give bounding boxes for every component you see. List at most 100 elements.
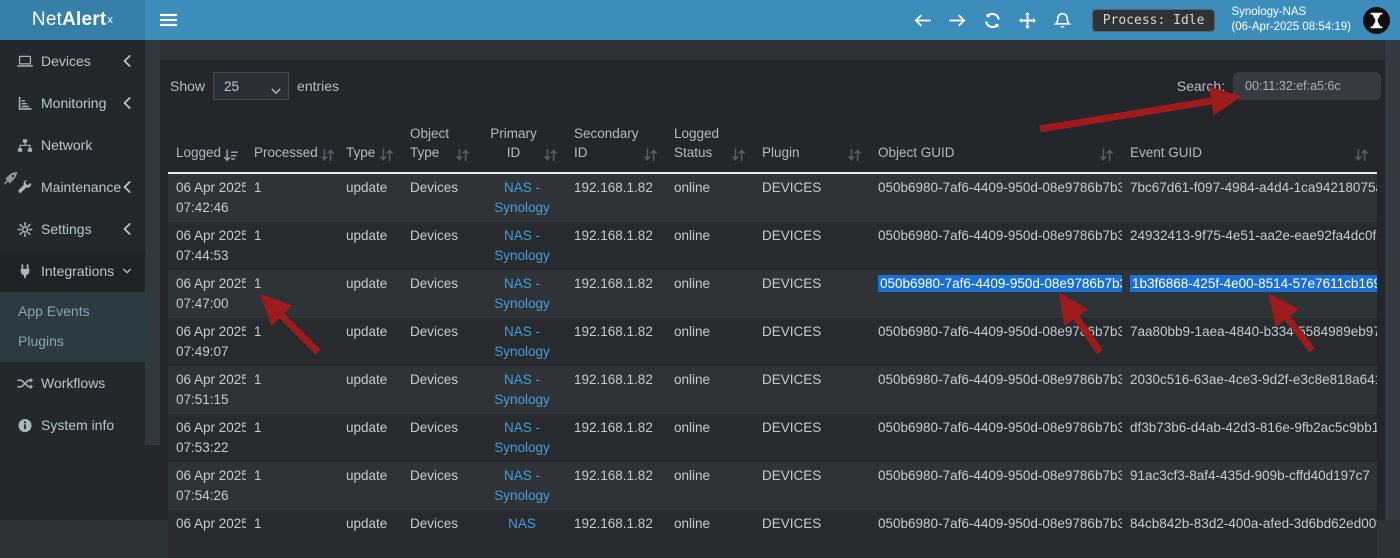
sidebar-scrollbar-thumb[interactable] xyxy=(145,40,160,445)
object-guid: 050b6980-7af6-4409-950d-08e9786b7b33 xyxy=(878,180,1122,195)
forward-icon[interactable] xyxy=(949,12,966,29)
brand-bold: Alert xyxy=(62,9,106,31)
gear-icon xyxy=(16,221,33,237)
primary-id-link[interactable]: NAS xyxy=(508,516,536,531)
table-row[interactable]: 06 Apr 2025,07:54:26 1 update Devices NA… xyxy=(168,462,1377,510)
column-header-primary-id[interactable]: Primary ID xyxy=(478,118,566,173)
sidebar-item-settings[interactable]: Settings xyxy=(0,208,145,250)
primary-id-link[interactable]: NAS - Synology xyxy=(494,372,550,407)
column-label: Object GUID xyxy=(878,143,1097,162)
sidebar-item-network[interactable]: Network xyxy=(0,124,145,166)
primary-id-link[interactable]: NAS - Synology xyxy=(494,180,550,215)
sidebar-item-devices[interactable]: Devices xyxy=(0,40,145,82)
rocket-icon xyxy=(2,170,19,187)
sidebar-item-maintenance[interactable]: Maintenance xyxy=(0,166,145,208)
search-area: Search: xyxy=(1177,72,1381,100)
table-row[interactable]: 06 Apr 2025,07:42:46 1 update Devices NA… xyxy=(168,173,1377,222)
chevron-left-icon xyxy=(123,223,135,235)
chevron-down-icon xyxy=(271,83,281,91)
event-guid: df3b73b6-d4ab-42d3-816e-9fb2ac5c9bb1 xyxy=(1130,420,1377,435)
sort-both-icon xyxy=(847,148,862,162)
table-row[interactable]: 06 Apr 2025, 1 update Devices NAS 192.16… xyxy=(168,510,1377,558)
object-guid: 050b6980-7af6-4409-950d-08e9786b7b33 xyxy=(878,516,1122,531)
sidebar-item-app-events[interactable]: App Events xyxy=(0,296,145,326)
column-header-type[interactable]: Type xyxy=(338,118,402,173)
sort-desc-icon xyxy=(223,148,238,162)
table-row[interactable]: 06 Apr 2025,07:47:00 1 update Devices NA… xyxy=(168,270,1377,318)
laptop-icon xyxy=(16,53,33,69)
sidebar-item-workflows[interactable]: Workflows xyxy=(0,362,145,404)
sidebar-item-system-info[interactable]: System info xyxy=(0,404,145,446)
sort-both-icon xyxy=(1099,148,1114,162)
table-row[interactable]: 06 Apr 2025,07:53:22 1 update Devices NA… xyxy=(168,414,1377,462)
object-guid: 050b6980-7af6-4409-950d-08e9786b7b33 xyxy=(878,275,1122,292)
search-label: Search: xyxy=(1177,78,1225,94)
topbar-actions: Process: Idle Synology-NAS (06-Apr-2025 … xyxy=(905,5,1400,35)
sidebar-item-monitoring[interactable]: Monitoring xyxy=(0,82,145,124)
event-guid: 84cb842b-83d2-400a-afed-3d6bd62ed00f xyxy=(1130,516,1377,531)
sidebar-item-label: Network xyxy=(41,137,123,153)
sidebar-item-integrations[interactable]: Integrations xyxy=(0,250,145,292)
entries-select[interactable]: 25 xyxy=(213,72,289,100)
sort-both-icon xyxy=(379,148,394,162)
sort-both-icon xyxy=(543,148,558,162)
event-guid: 7aa80bb9-1aea-4840-b334-5584989eb972 xyxy=(1130,324,1377,339)
sidebar-item-label: Integrations xyxy=(41,263,123,279)
column-header-processed[interactable]: Processed xyxy=(246,118,338,173)
table-row[interactable]: 06 Apr 2025,07:51:15 1 update Devices NA… xyxy=(168,366,1377,414)
column-label: Event GUID xyxy=(1130,143,1352,162)
hourglass-icon xyxy=(1368,12,1385,29)
bell-icon[interactable] xyxy=(1054,12,1071,29)
sidebar-item-plugins[interactable]: Plugins xyxy=(0,326,145,356)
primary-id-link[interactable]: NAS - Synology xyxy=(494,468,550,503)
sort-both-icon xyxy=(320,148,335,162)
events-panel: Show 25 entries Search: Logged Processed… xyxy=(160,60,1385,520)
column-label: Logged Status xyxy=(674,124,729,162)
column-header-object-type[interactable]: Object Type xyxy=(402,118,478,173)
column-header-object-guid[interactable]: Object GUID xyxy=(870,118,1122,173)
app-logo[interactable]: NetAlertx xyxy=(0,0,145,40)
primary-id-link[interactable]: NAS - Synology xyxy=(494,324,550,359)
back-icon[interactable] xyxy=(914,12,931,29)
brand-sup: x xyxy=(107,14,113,26)
column-label: Secondary ID xyxy=(574,124,641,162)
sidebar-item-label: Devices xyxy=(41,53,123,69)
refresh-icon[interactable] xyxy=(984,12,1001,29)
sidebar-submenu: App EventsPlugins xyxy=(0,292,145,362)
table-row[interactable]: 06 Apr 2025,07:44:53 1 update Devices NA… xyxy=(168,222,1377,270)
chevron-left-icon xyxy=(123,181,135,193)
column-header-logged[interactable]: Logged xyxy=(168,118,246,173)
entries-select-value: 25 xyxy=(224,79,239,94)
sidebar-item-label: Maintenance xyxy=(41,179,123,195)
main-content: Show 25 entries Search: Logged Processed… xyxy=(160,40,1385,520)
sort-both-icon xyxy=(731,148,746,162)
sidebar-item-label: Settings xyxy=(41,221,123,237)
column-header-plugin[interactable]: Plugin xyxy=(754,118,870,173)
device-timestamp: (06-Apr-2025 08:54:19) xyxy=(1231,20,1351,35)
column-header-secondary-id[interactable]: Secondary ID xyxy=(566,118,666,173)
page-scrollbar[interactable] xyxy=(1385,40,1400,520)
object-guid: 050b6980-7af6-4409-950d-08e9786b7b33 xyxy=(878,372,1122,387)
avatar[interactable] xyxy=(1363,7,1390,34)
entries-label: entries xyxy=(297,78,339,94)
column-header-event-guid[interactable]: Event GUID xyxy=(1122,118,1377,173)
table-row[interactable]: 06 Apr 2025,07:49:07 1 update Devices NA… xyxy=(168,318,1377,366)
primary-id-link[interactable]: NAS - Synology xyxy=(494,276,550,311)
primary-id-link[interactable]: NAS - Synology xyxy=(494,420,550,455)
sort-both-icon xyxy=(1354,148,1369,162)
shuffle-icon xyxy=(16,375,33,391)
primary-id-link[interactable]: NAS - Synology xyxy=(494,228,550,263)
search-input[interactable] xyxy=(1233,72,1381,100)
move-icon[interactable] xyxy=(1019,12,1036,29)
column-header-logged-status[interactable]: Logged Status xyxy=(666,118,754,173)
event-guid: 24932413-9f75-4e51-aa2e-eae92fa4dc0f xyxy=(1130,228,1376,243)
object-guid: 050b6980-7af6-4409-950d-08e9786b7b33 xyxy=(878,324,1122,339)
event-guid: 1b3f6868-425f-4e00-8514-57e7611cb169 xyxy=(1130,275,1377,292)
hamburger-menu-icon[interactable] xyxy=(160,13,177,27)
column-label: Primary ID xyxy=(486,124,541,162)
column-label: Logged xyxy=(176,143,221,162)
sidebar-scrollbar[interactable] xyxy=(145,40,160,520)
table-controls: Show 25 entries Search: xyxy=(160,60,1385,100)
sidebar-item-label: Workflows xyxy=(41,375,123,391)
event-guid: 2030c516-63ae-4ce3-9d2f-e3c8e818a641 xyxy=(1130,372,1377,387)
